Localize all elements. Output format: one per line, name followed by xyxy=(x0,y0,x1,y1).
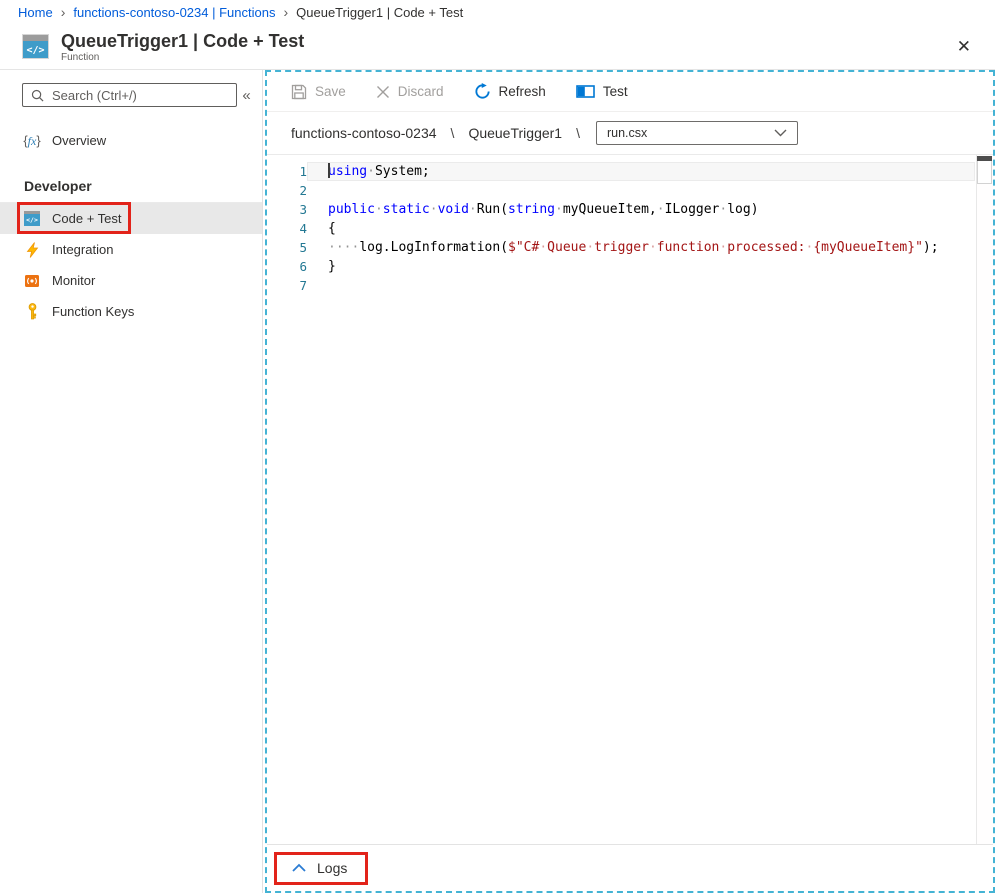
toolbar-button-label: Test xyxy=(603,84,628,99)
refresh-icon xyxy=(474,83,491,100)
code-line[interactable]: 2 xyxy=(267,181,993,200)
key-icon xyxy=(24,304,40,320)
path-app-name: functions-contoso-0234 xyxy=(291,125,437,141)
breadcrumb-link[interactable]: Home xyxy=(18,5,53,20)
code-line[interactable]: 6} xyxy=(267,257,993,276)
minimap-code-mark xyxy=(977,156,992,161)
code-text: ····log.LogInformation($"C#·Queue·trigge… xyxy=(307,238,975,257)
editor-minimap[interactable] xyxy=(976,155,993,844)
code-test-panel: Save Discard Refresh Test functions-contoso… xyxy=(265,70,995,893)
code-text xyxy=(307,181,975,200)
test-button[interactable]: Test xyxy=(576,84,628,99)
file-path-bar: functions-contoso-0234 \ QueueTrigger1 \… xyxy=(267,112,993,155)
azure-portal-page: Home › functions-contoso-0234 | Functions ›… xyxy=(0,0,995,893)
page-title: QueueTrigger1 | Code + Test xyxy=(61,31,304,51)
chevron-down-icon xyxy=(774,129,787,137)
sidebar: « {fx} Overview Developer </> Code + Test… xyxy=(0,70,263,893)
toolbar-button-label: Save xyxy=(315,84,346,99)
bolt-icon xyxy=(24,242,40,258)
text-cursor xyxy=(328,163,330,178)
function-header: </> QueueTrigger1 | Code + Test Function… xyxy=(0,24,995,70)
logs-bar: Logs xyxy=(267,844,993,891)
code-text: using·System; xyxy=(307,162,975,181)
sidebar-collapse-button[interactable]: « xyxy=(237,87,256,104)
code-line[interactable]: 5····log.LogInformation($"C#·Queue·trigg… xyxy=(267,238,993,257)
search-input[interactable] xyxy=(52,88,228,103)
search-icon xyxy=(31,89,44,102)
logs-label: Logs xyxy=(317,860,347,876)
sidebar-item-label: Monitor xyxy=(52,273,95,288)
discard-icon xyxy=(376,85,390,99)
code-line[interactable]: 1using·System; xyxy=(267,162,993,181)
path-separator: \ xyxy=(576,125,580,141)
test-icon xyxy=(576,85,595,98)
function-icon-titlebar xyxy=(23,35,48,41)
monitor-icon xyxy=(24,273,40,289)
code-editor[interactable]: 1using·System;23public·static·void·Run(s… xyxy=(267,155,993,844)
line-number: 7 xyxy=(267,276,307,295)
sidebar-search-box[interactable] xyxy=(22,83,237,107)
breadcrumb: Home › functions-contoso-0234 | Functions ›… xyxy=(0,0,995,24)
code-line[interactable]: 7 xyxy=(267,276,993,295)
code-line[interactable]: 4{ xyxy=(267,219,993,238)
line-number: 1 xyxy=(267,162,307,181)
breadcrumb-separator-icon: › xyxy=(283,5,288,19)
sidebar-section-developer: Developer xyxy=(24,178,262,194)
save-icon xyxy=(291,84,307,100)
toolbar-button-label: Refresh xyxy=(499,84,546,99)
chevron-up-icon xyxy=(291,863,307,873)
sidebar-item-integration[interactable]: Integration xyxy=(0,234,262,265)
line-number: 6 xyxy=(267,257,307,276)
breadcrumb-link[interactable]: functions-contoso-0234 | Functions xyxy=(73,5,275,20)
line-number: 3 xyxy=(267,200,307,219)
page-subtitle: Function xyxy=(61,52,304,63)
discard-button: Discard xyxy=(376,84,444,99)
path-function-name: QueueTrigger1 xyxy=(468,125,562,141)
sidebar-item-label: Integration xyxy=(52,242,113,257)
file-dropdown-value: run.csx xyxy=(607,126,647,140)
path-separator: \ xyxy=(451,125,455,141)
logs-annotation-box: Logs xyxy=(274,852,368,885)
sidebar-item-label: Code + Test xyxy=(52,211,122,226)
logs-expand-button[interactable]: Logs xyxy=(277,855,365,882)
sidebar-item-code-test[interactable]: </> Code + Test xyxy=(0,203,262,234)
code-line[interactable]: 3public·static·void·Run(string·myQueueIt… xyxy=(267,200,993,219)
code-text xyxy=(307,276,975,295)
line-number: 5 xyxy=(267,238,307,257)
code-text: { xyxy=(307,219,975,238)
function-icon: </> xyxy=(22,34,49,59)
code-glyph: </> xyxy=(23,42,48,58)
refresh-button[interactable]: Refresh xyxy=(474,83,546,100)
sidebar-item-function-keys[interactable]: Function Keys xyxy=(0,296,262,327)
sidebar-item-overview[interactable]: {fx} Overview xyxy=(0,125,262,156)
toolbar-button-label: Discard xyxy=(398,84,444,99)
breadcrumb-separator-icon: › xyxy=(61,5,66,19)
fx-braces-icon: {fx} xyxy=(24,133,40,149)
save-button: Save xyxy=(291,84,346,100)
line-number: 4 xyxy=(267,219,307,238)
breadcrumb-current: QueueTrigger1 | Code + Test xyxy=(296,5,463,20)
code-icon: </> xyxy=(24,211,40,227)
code-text: } xyxy=(307,257,975,276)
sidebar-item-monitor[interactable]: Monitor xyxy=(0,265,262,296)
editor-toolbar: Save Discard Refresh Test xyxy=(267,72,993,112)
sidebar-item-label: Overview xyxy=(52,133,106,148)
close-icon[interactable]: ✕ xyxy=(949,34,979,59)
file-select-dropdown[interactable]: run.csx xyxy=(596,121,798,145)
line-number: 2 xyxy=(267,181,307,200)
sidebar-item-label: Function Keys xyxy=(52,304,134,319)
code-text: public·static·void·Run(string·myQueueIte… xyxy=(307,200,975,219)
